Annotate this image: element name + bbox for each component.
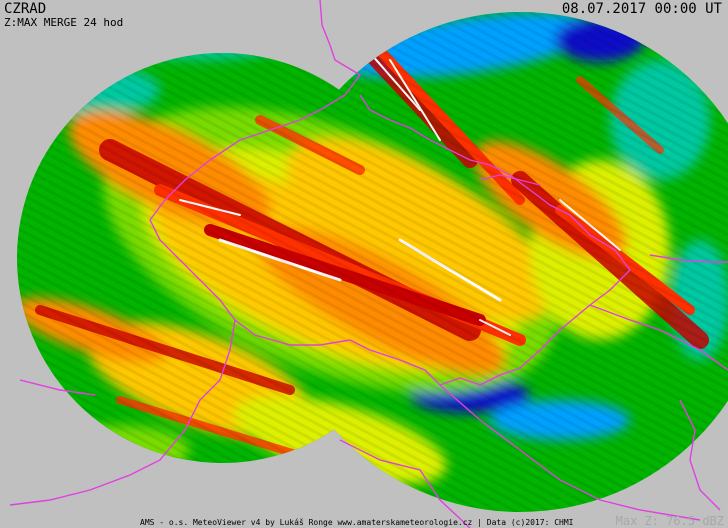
max-reflectivity-value: Max Z: 76.5 dBZ (615, 514, 724, 528)
credits-text: AMS - o.s. MeteoViewer v4 by Lukáš Ronge… (140, 518, 574, 527)
radar-viewer: CZRAD Z:MAX MERGE 24 hod 08.07.2017 00:0… (0, 0, 728, 528)
radar-coverage-area (17, 12, 728, 512)
footer-bar: AMS - o.s. MeteoViewer v4 by Lukáš Ronge… (0, 514, 728, 528)
observation-timestamp: 08.07.2017 00:00 UT (561, 1, 722, 17)
radar-network-label: CZRAD (4, 1, 47, 17)
radar-reflectivity-map (9, 0, 728, 528)
product-label: Z:MAX MERGE 24 hod (4, 16, 124, 29)
